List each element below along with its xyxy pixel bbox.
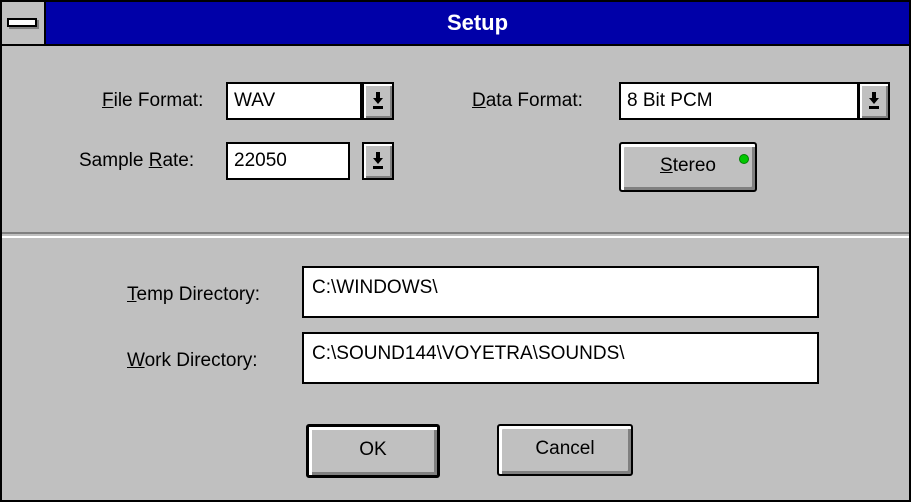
data-format-field[interactable]: 8 Bit PCM: [619, 82, 859, 120]
sample-rate-dropdown-button[interactable]: [362, 142, 394, 180]
audio-settings-section: File Format: WAV Sample Rate: 22050 Data…: [2, 46, 909, 234]
arrow-down-icon: [869, 92, 879, 109]
title-bar: Setup: [2, 2, 909, 46]
led-indicator-icon: [740, 155, 748, 163]
temp-directory-label: Temp Directory:: [127, 284, 261, 305]
directory-settings-section: Temp Directory: C:\WINDOWS\ Work Directo…: [2, 236, 909, 500]
file-format-dropdown-button[interactable]: [362, 82, 394, 120]
work-directory-field[interactable]: C:\SOUND144\VOYETRA\SOUNDS\: [302, 332, 819, 384]
sample-rate-label: Sample Rate:: [79, 150, 195, 171]
work-directory-label: Work Directory:: [127, 350, 258, 371]
window-title: Setup: [446, 10, 509, 35]
arrow-down-icon: [373, 92, 383, 109]
sample-rate-field[interactable]: 22050: [226, 142, 350, 180]
cancel-button[interactable]: Cancel: [497, 424, 633, 476]
data-format-dropdown-button[interactable]: [858, 82, 890, 120]
temp-directory-field[interactable]: C:\WINDOWS\: [302, 266, 819, 318]
stereo-button[interactable]: Stereo: [619, 142, 757, 192]
file-format-field[interactable]: WAV: [226, 82, 362, 120]
system-menu-button[interactable]: [2, 2, 46, 44]
setup-dialog: Setup File Format: WAV Sample Rate: 2205…: [0, 0, 911, 502]
system-menu-icon: [7, 18, 37, 27]
arrow-down-icon: [373, 152, 383, 169]
file-format-label: File Format:: [102, 90, 204, 111]
data-format-label: Data Format:: [472, 90, 583, 111]
ok-button[interactable]: OK: [306, 424, 440, 478]
